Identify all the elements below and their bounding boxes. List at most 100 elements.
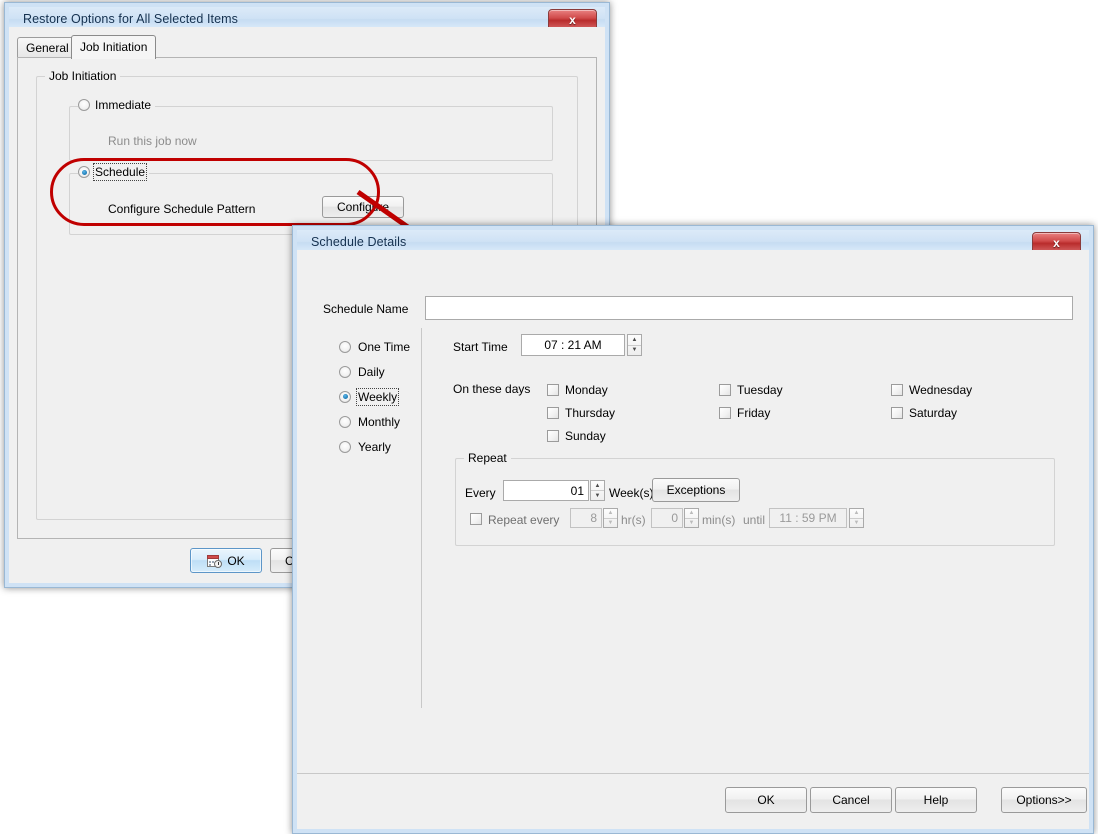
daily-radio-icon[interactable]	[339, 366, 351, 378]
repeat-until-spinner-down[interactable]: ▼	[850, 519, 863, 528]
footer-separator	[297, 773, 1089, 774]
start-time-label: Start Time	[453, 340, 508, 354]
tuesday-label: Tuesday	[737, 383, 783, 397]
schedule-radio-icon[interactable]	[78, 166, 90, 178]
panel-divider	[421, 328, 422, 708]
schedule-options-button[interactable]: Options>>	[1001, 787, 1087, 813]
start-time-input[interactable]: 07 : 21 AM	[521, 334, 625, 356]
restore-ok-button[interactable]: OK	[190, 548, 262, 573]
repeat-hours-input[interactable]: 8	[570, 508, 602, 528]
immediate-label: Immediate	[95, 98, 151, 112]
friday-label: Friday	[737, 406, 770, 420]
day-checkbox-friday[interactable]: Friday	[719, 401, 891, 424]
exceptions-button-label: Exceptions	[667, 483, 726, 497]
repeat-group: Repeat Every 01 ▲ ▼ Week(s) Exceptions R…	[455, 458, 1055, 546]
tuesday-checkbox-icon[interactable]	[719, 384, 731, 396]
yearly-label: Yearly	[358, 440, 391, 454]
repeat-minutes-spinner-down[interactable]: ▼	[685, 519, 698, 528]
immediate-group: Immediate Run this job now	[69, 106, 553, 161]
frequency-option-monthly[interactable]: Monthly	[339, 409, 415, 434]
monthly-label: Monthly	[358, 415, 400, 429]
tab-general[interactable]: General	[17, 37, 78, 58]
immediate-radio-row[interactable]: Immediate	[78, 98, 155, 112]
sunday-label: Sunday	[565, 429, 606, 443]
schedule-ok-label: OK	[757, 793, 774, 807]
tab-job-initiation-label: Job Initiation	[80, 40, 147, 54]
restore-options-title: Restore Options for All Selected Items	[9, 12, 238, 26]
weekly-radio-icon[interactable]	[339, 391, 351, 403]
days-grid: Monday Tuesday Wednesday Thursday	[547, 378, 1057, 447]
day-checkbox-wednesday[interactable]: Wednesday	[891, 378, 1057, 401]
schedule-cancel-button[interactable]: Cancel	[810, 787, 892, 813]
configure-button[interactable]: Configure	[322, 196, 404, 218]
day-checkbox-monday[interactable]: Monday	[547, 378, 719, 401]
daily-label: Daily	[358, 365, 385, 379]
wednesday-label: Wednesday	[909, 383, 972, 397]
wednesday-checkbox-icon[interactable]	[891, 384, 903, 396]
day-checkbox-thursday[interactable]: Thursday	[547, 401, 719, 424]
exceptions-button[interactable]: Exceptions	[652, 478, 740, 502]
repeat-every-spinner-down[interactable]: ▼	[591, 491, 604, 500]
sunday-checkbox-icon[interactable]	[547, 430, 559, 442]
repeat-until-input[interactable]: 11 : 59 PM	[769, 508, 847, 528]
tab-job-initiation[interactable]: Job Initiation	[71, 35, 156, 59]
repeat-minutes-unit-label: min(s)	[702, 513, 735, 527]
start-time-spinner-down[interactable]: ▼	[628, 346, 641, 356]
monthly-radio-icon[interactable]	[339, 416, 351, 428]
frequency-option-yearly[interactable]: Yearly	[339, 434, 415, 459]
repeat-hours-spinner[interactable]: ▲ ▼	[603, 508, 618, 528]
schedule-name-input[interactable]	[425, 296, 1073, 320]
restore-ok-label: OK	[227, 554, 244, 568]
repeat-hours-spinner-down[interactable]: ▼	[604, 519, 617, 528]
repeat-group-legend: Repeat	[464, 451, 511, 465]
frequency-option-daily[interactable]: Daily	[339, 359, 415, 384]
saturday-label: Saturday	[909, 406, 957, 420]
repeat-every-spinner-up[interactable]: ▲	[591, 481, 604, 491]
schedule-label: Schedule	[95, 165, 145, 179]
thursday-checkbox-icon[interactable]	[547, 407, 559, 419]
repeat-until-spinner-up[interactable]: ▲	[850, 509, 863, 519]
day-checkbox-sunday[interactable]: Sunday	[547, 424, 719, 447]
repeat-minutes-spinner[interactable]: ▲ ▼	[684, 508, 699, 528]
restore-options-tabstrip: General Job Initiation	[17, 35, 597, 57]
thursday-label: Thursday	[565, 406, 615, 420]
monday-label: Monday	[565, 383, 608, 397]
schedule-help-button[interactable]: Help	[895, 787, 977, 813]
frequency-option-weekly[interactable]: Weekly	[339, 384, 415, 409]
schedule-name-label: Schedule Name	[323, 302, 408, 316]
frequency-radio-list: One Time Daily Weekly Monthly Yearly	[339, 334, 415, 459]
repeat-every-spinner[interactable]: ▲ ▼	[590, 480, 605, 501]
repeat-until-spinner[interactable]: ▲ ▼	[849, 508, 864, 528]
calendar-clock-icon	[207, 554, 222, 568]
yearly-radio-icon[interactable]	[339, 441, 351, 453]
start-time-spinner[interactable]: ▲ ▼	[627, 334, 642, 356]
repeat-minutes-spinner-up[interactable]: ▲	[685, 509, 698, 519]
frequency-option-one-time[interactable]: One Time	[339, 334, 415, 359]
repeat-hours-unit-label: hr(s)	[621, 513, 646, 527]
saturday-checkbox-icon[interactable]	[891, 407, 903, 419]
repeat-every-sub-checkbox-icon[interactable]	[470, 513, 482, 525]
schedule-details-title: Schedule Details	[297, 235, 406, 249]
schedule-ok-button[interactable]: OK	[725, 787, 807, 813]
schedule-help-label: Help	[924, 793, 949, 807]
immediate-radio-icon[interactable]	[78, 99, 90, 111]
repeat-every-sub-label: Repeat every	[488, 513, 559, 527]
day-checkbox-saturday[interactable]: Saturday	[891, 401, 1057, 424]
repeat-every-input[interactable]: 01	[503, 480, 589, 501]
schedule-radio-row[interactable]: Schedule	[78, 165, 149, 179]
day-checkbox-tuesday[interactable]: Tuesday	[719, 378, 891, 401]
schedule-options-label: Options>>	[1016, 793, 1071, 807]
one-time-radio-icon[interactable]	[339, 341, 351, 353]
repeat-minutes-input[interactable]: 0	[651, 508, 683, 528]
immediate-description: Run this job now	[108, 134, 197, 148]
repeat-hours-spinner-up[interactable]: ▲	[604, 509, 617, 519]
start-time-spinner-up[interactable]: ▲	[628, 335, 641, 346]
on-these-days-label: On these days	[453, 382, 530, 396]
configure-schedule-pattern-label: Configure Schedule Pattern	[108, 202, 255, 216]
tab-general-label: General	[26, 41, 69, 55]
monday-checkbox-icon[interactable]	[547, 384, 559, 396]
friday-checkbox-icon[interactable]	[719, 407, 731, 419]
screen: Restore Options for All Selected Items x…	[0, 0, 1098, 834]
repeat-unit-label: Week(s)	[609, 486, 653, 500]
repeat-every-label: Every	[465, 486, 496, 500]
